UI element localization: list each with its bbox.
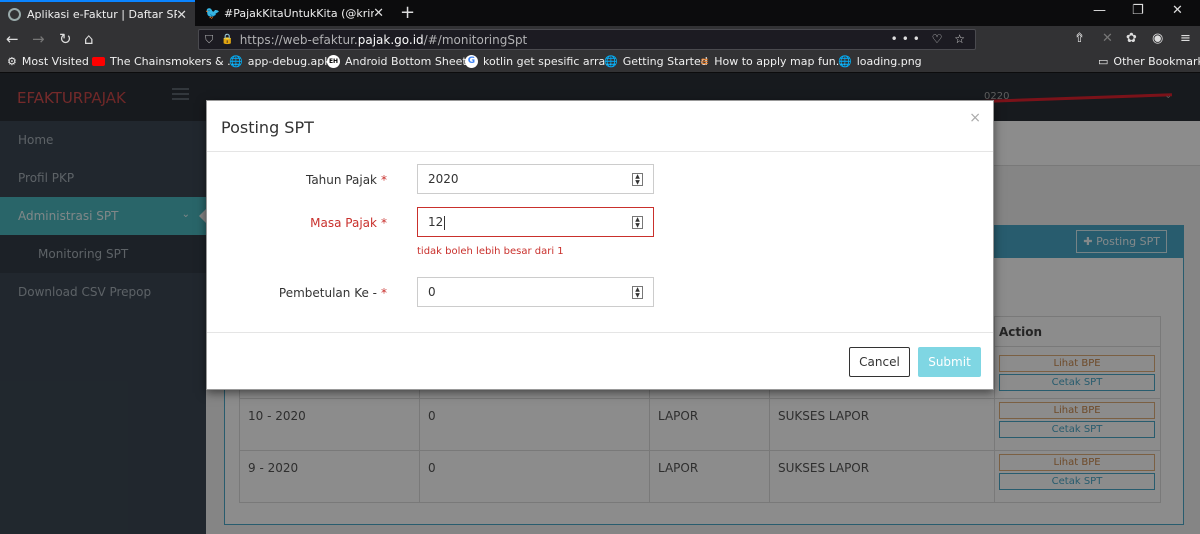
bookmark-chainsmokers[interactable]: The Chainsmokers & ...	[92, 55, 238, 68]
input-value: 2020	[428, 172, 459, 186]
url-bar[interactable]: ⛉ 🔒 https://web-efaktur. pajak.go.id/#/mo…	[198, 29, 976, 50]
cancel-button[interactable]: Cancel	[849, 347, 910, 377]
stackoverflow-icon: ≋	[700, 55, 710, 68]
forward-icon[interactable]: →	[32, 30, 45, 48]
bookmarks-bar: ⚙ Most Visited The Chainsmokers & ... 🌐 ap…	[0, 53, 1200, 73]
library-icon[interactable]: ⇮	[1074, 31, 1085, 46]
modal-divider	[207, 332, 993, 333]
stepper-icon[interactable]: ▲ ▼	[632, 173, 643, 186]
close-tab-icon[interactable]: ✕	[176, 8, 187, 23]
masa-pajak-input[interactable]: 12 ▲ ▼	[417, 207, 654, 237]
tab-title: #PajakKitaUntukKita (@kring_p	[224, 6, 374, 20]
bookmark-app-debug[interactable]: 🌐 app-debug.apk	[229, 55, 331, 68]
minimize-icon[interactable]: —	[1093, 3, 1106, 18]
bookmark-most-visited[interactable]: ⚙ Most Visited	[7, 55, 89, 68]
shield-icon[interactable]: ⛉	[205, 33, 213, 47]
close-window-icon[interactable]: ✕	[1172, 3, 1183, 18]
input-value: 0	[428, 285, 436, 299]
required-mark: *	[381, 216, 387, 230]
lock-icon[interactable]: 🔒	[221, 34, 233, 45]
menu-icon[interactable]: ≡	[1180, 31, 1191, 46]
posting-spt-modal: Posting SPT × Tahun Pajak * 2020 ▲ ▼ Masa …	[206, 100, 994, 390]
web-page: EFAKTURPAJAK 0220 ⌄ Home Profil PKP Admi…	[0, 73, 1200, 534]
text-caret	[444, 215, 446, 230]
required-mark: *	[381, 173, 387, 187]
home-icon[interactable]: ⌂	[84, 30, 94, 48]
colorpicker-icon[interactable]: ✿	[1126, 31, 1137, 46]
restore-icon[interactable]: ❐	[1132, 3, 1144, 18]
submit-button[interactable]: Submit	[918, 347, 981, 377]
bookmark-label: kotlin get spesific arra...	[483, 55, 616, 68]
masa-pajak-error: tidak boleh lebih besar dari 1	[417, 246, 564, 257]
required-mark: *	[381, 286, 387, 300]
eh-icon: EH	[327, 55, 340, 68]
bookmark-label: The Chainsmokers & ...	[110, 55, 238, 68]
extension-x-icon[interactable]: ✕	[1102, 31, 1113, 46]
navigation-toolbar: ← → ↻ ⌂ ⛉ 🔒 https://web-efaktur. pajak.go…	[0, 26, 1200, 53]
account-icon[interactable]: ◉	[1152, 31, 1163, 46]
twitter-icon: 🐦	[205, 5, 220, 20]
bookmark-label: Getting Started	[622, 55, 708, 68]
label-text: Pembetulan Ke -	[278, 286, 377, 300]
tahun-pajak-input[interactable]: 2020 ▲ ▼	[417, 164, 654, 194]
gear-icon: ⚙	[7, 55, 17, 68]
close-icon[interactable]: ×	[969, 110, 981, 126]
input-value: 12	[428, 215, 444, 229]
other-bookmarks[interactable]: ▭ Other Bookmarks	[1098, 55, 1200, 68]
url-suffix: /#/monitoringSpt	[423, 32, 528, 47]
bookmark-kotlin[interactable]: Gkotlin get spesific arra...	[465, 55, 616, 68]
bookmark-label: Android Bottom Sheet...	[345, 55, 478, 68]
efaktur-favicon-icon	[8, 7, 21, 21]
tab-title: Aplikasi e-Faktur | Daftar SPT	[27, 7, 177, 21]
stepper-icon[interactable]: ▲ ▼	[632, 286, 643, 299]
tab-twitter[interactable]: 🐦 #PajakKitaUntukKita (@kring_p ✕	[197, 0, 392, 26]
bookmark-label: app-debug.apk	[247, 55, 331, 68]
bookmark-getting-started[interactable]: 🌐 Getting Started	[604, 55, 708, 68]
label-text: Masa Pajak	[310, 216, 377, 230]
new-tab-icon[interactable]: +	[400, 2, 415, 23]
bookmark-loading-png[interactable]: 🌐 loading.png	[838, 55, 922, 68]
tab-strip: Aplikasi e-Faktur | Daftar SPT ✕ 🐦 #Paja…	[0, 0, 1200, 26]
modal-divider	[207, 151, 993, 152]
other-bookmarks-label: Other Bookmarks	[1113, 55, 1200, 68]
tahun-pajak-label: Tahun Pajak *	[306, 173, 387, 187]
bookmark-label: Most Visited	[21, 55, 89, 68]
bookmark-label: loading.png	[856, 55, 922, 68]
bookmark-label: How to apply map fun...	[714, 55, 847, 68]
page-actions-icon[interactable]: ••• ♡ ☆	[891, 32, 969, 46]
modal-title: Posting SPT	[221, 118, 314, 137]
youtube-icon	[92, 57, 105, 66]
close-tab-icon[interactable]: ✕	[373, 6, 384, 21]
label-text: Tahun Pajak	[305, 173, 377, 187]
reload-icon[interactable]: ↻	[59, 30, 72, 48]
back-icon[interactable]: ←	[6, 30, 19, 48]
url-host: pajak.go.id	[357, 32, 424, 47]
pembetulan-label: Pembetulan Ke - *	[279, 286, 387, 300]
pembetulan-input[interactable]: 0 ▲ ▼	[417, 277, 654, 307]
browser-window: Aplikasi e-Faktur | Daftar SPT ✕ 🐦 #Paja…	[0, 0, 1200, 534]
masa-pajak-label: Masa Pajak *	[310, 216, 387, 230]
globe-icon: 🌐	[838, 55, 852, 68]
bookmark-android-bottom-sheet[interactable]: EH Android Bottom Sheet...	[327, 55, 477, 68]
bookmark-map-function[interactable]: ≋ How to apply map fun...	[700, 55, 846, 68]
google-icon: G	[465, 55, 478, 68]
folder-icon: ▭	[1098, 55, 1109, 68]
stepper-icon[interactable]: ▲ ▼	[632, 216, 643, 229]
tab-efaktur[interactable]: Aplikasi e-Faktur | Daftar SPT ✕	[0, 0, 195, 26]
globe-icon: 🌐	[604, 55, 618, 68]
globe-icon: 🌐	[229, 55, 243, 68]
url-prefix: https://web-efaktur.	[239, 32, 358, 47]
